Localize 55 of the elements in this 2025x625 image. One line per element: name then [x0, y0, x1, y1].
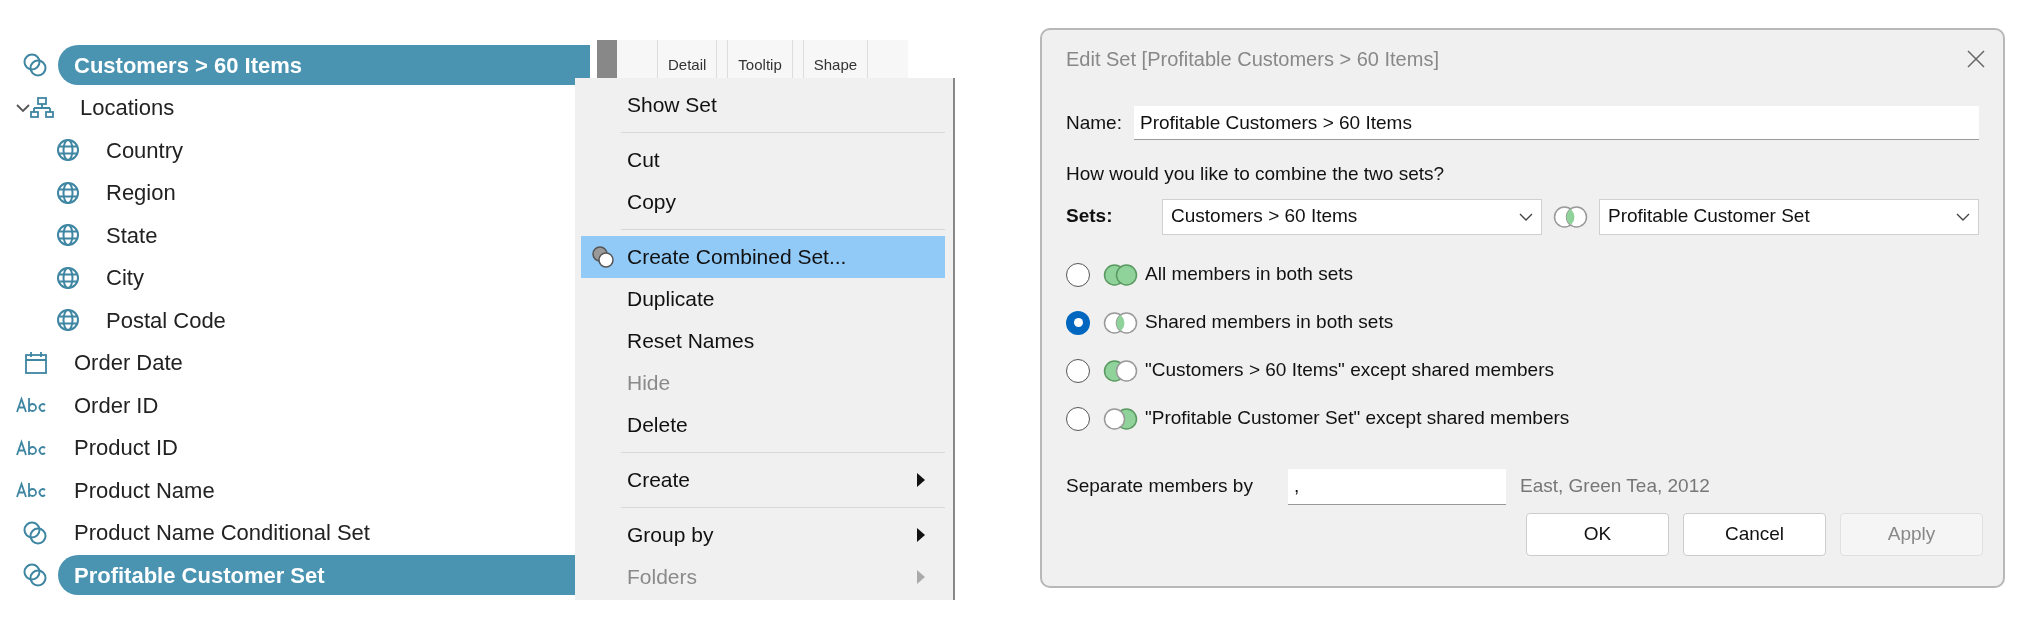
menu-item[interactable]: Copy	[581, 181, 945, 223]
venn-icon	[1102, 358, 1139, 383]
menu-item[interactable]: Show Set	[581, 84, 945, 126]
venn-icon	[1102, 310, 1139, 335]
sets-icon	[22, 519, 48, 546]
chevron-down-icon	[1956, 212, 1970, 221]
sets-label: Sets:	[1066, 204, 1114, 229]
question-text: How would you like to combine the two sets?	[1066, 162, 1446, 186]
menu-item[interactable]: Cut	[581, 139, 945, 181]
venn-icon	[1102, 406, 1139, 431]
venn-icon	[1552, 204, 1589, 229]
name-label: Name:	[1066, 110, 1122, 135]
chevron-down-icon	[1519, 212, 1533, 221]
menu-item[interactable]: Reset Names	[581, 320, 945, 362]
dialog-title: Edit Set [Profitable Customers > 60 Items]	[1066, 47, 1440, 72]
globe-icon	[56, 308, 80, 333]
menu-item[interactable]: Create	[581, 459, 945, 501]
chevron-icon[interactable]	[16, 102, 30, 113]
close-icon[interactable]	[1967, 50, 1985, 68]
submenu-arrow-icon	[917, 570, 925, 584]
dialog-button[interactable]: OK	[1526, 512, 1669, 556]
set-dropdown[interactable]: Customers > 60 Items	[1162, 198, 1542, 235]
option-label: Shared members in both sets	[1145, 310, 1394, 335]
option-label: "Profitable Customer Set" except shared members	[1145, 406, 1570, 431]
venn-icon	[1102, 262, 1139, 287]
radio-button[interactable]	[1066, 406, 1090, 431]
menu-item[interactable]: Create Combined Set...	[581, 236, 945, 278]
sets-icon	[22, 52, 48, 79]
menu-item[interactable]: Delete	[581, 404, 945, 446]
name-field[interactable]: Profitable Customers > 60 Items	[1133, 106, 1979, 140]
text-type-icon	[16, 438, 48, 457]
menu-item[interactable]: Duplicate	[581, 278, 945, 320]
menu-item[interactable]: Group by	[581, 514, 945, 556]
sets-icon	[591, 245, 615, 269]
globe-icon	[56, 180, 80, 205]
text-type-icon	[16, 396, 48, 415]
option-label: All members in both sets	[1145, 262, 1354, 287]
option-label: "Customers > 60 Items" except shared members	[1145, 358, 1554, 383]
globe-icon	[56, 223, 80, 248]
separator-label: Separate members by	[1066, 474, 1254, 499]
radio-button[interactable]	[1066, 310, 1090, 335]
globe-icon	[56, 265, 80, 290]
text-type-icon	[16, 481, 48, 500]
dialog-button[interactable]: Cancel	[1683, 512, 1826, 556]
set-dropdown[interactable]: Profitable Customer Set	[1599, 198, 1979, 235]
radio-button[interactable]	[1066, 262, 1090, 287]
example-text: East, Green Tea, 2012	[1520, 474, 1710, 499]
sets-icon	[22, 562, 48, 589]
submenu-arrow-icon	[917, 528, 925, 542]
radio-button[interactable]	[1066, 358, 1090, 383]
hierarchy-icon	[30, 95, 54, 120]
globe-icon	[56, 138, 80, 163]
submenu-arrow-icon	[917, 473, 925, 487]
separator-field[interactable]: ,	[1288, 468, 1506, 505]
calendar-icon	[24, 350, 48, 375]
